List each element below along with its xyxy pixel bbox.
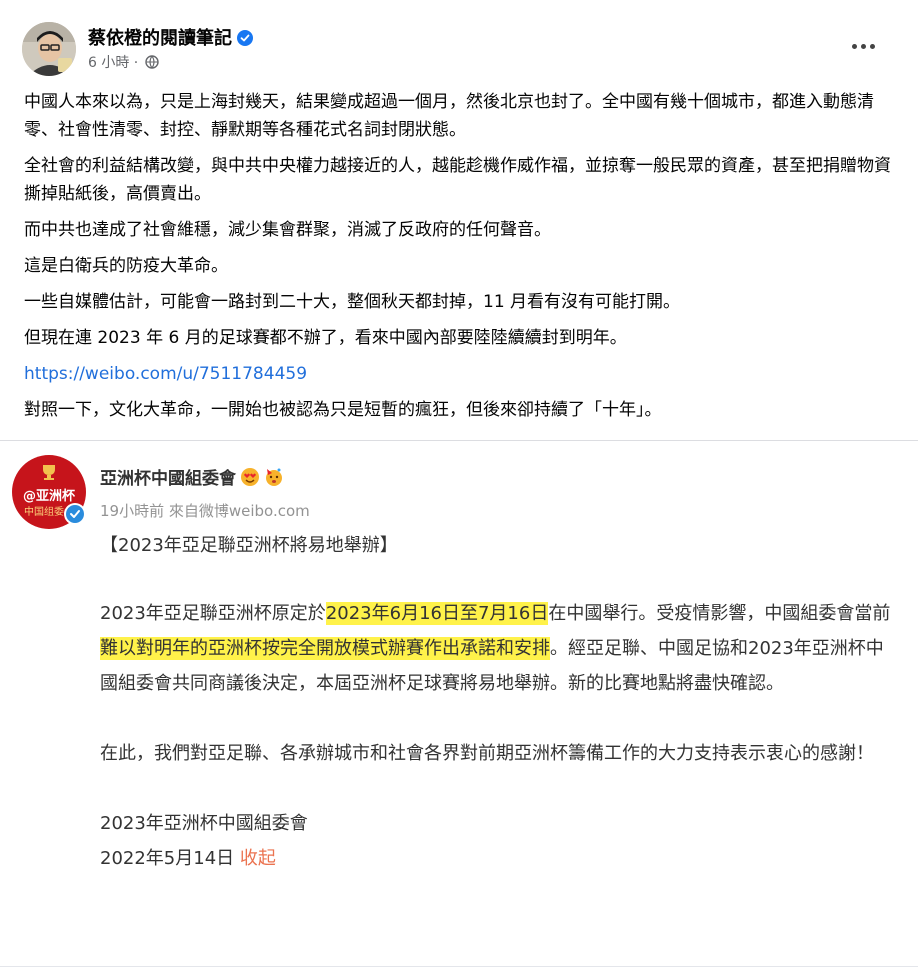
post-paragraph-7: 對照一下，文化大革命，一開始也被認為只是短暫的瘋狂，但後來卻持續了「十年」。 [24, 400, 662, 420]
weibo-title: 【2023年亞足聯亞洲杯將易地舉辦】 [100, 535, 398, 556]
weibo-avatar-text-1: @亚洲杯 [22, 489, 75, 504]
more-options-icon[interactable] [846, 34, 882, 58]
author-name[interactable]: 蔡依橙的閱讀筆記 [88, 24, 253, 50]
post-paragraph-5: 一些自媒體估計，可能會一路封到二十大，整個秋天都封掉，11 月看有沒有可能打開。 [24, 292, 681, 312]
post-paragraph-2: 全社會的利益結構改變，與中共中央權力越接近的人，越能趁機作威作福，並掠奪一般民眾… [24, 156, 891, 204]
post-paragraph-6: 但現在連 2023 年 6 月的足球賽都不辦了，看來中國內部要陸陸續續封到明年。 [24, 328, 627, 348]
globe-icon [145, 55, 159, 69]
weibo-meta: 19小時前 來自微博weibo.com [100, 502, 310, 520]
meta-separator: · [129, 55, 143, 71]
post-paragraph-1: 中國人本來以為，只是上海封幾天，結果變成超過一個月，然後北京也封了。全中國有幾十… [24, 92, 874, 140]
bottom-divider [0, 966, 918, 967]
weibo-account-name: 亞洲杯中國組委會 [100, 464, 284, 489]
weibo-link[interactable]: https://weibo.com/u/7511784459 [24, 364, 307, 384]
post-time[interactable]: 6 小時 [88, 55, 129, 71]
highlight-commitment: 難以對明年的亞洲杯按完全開放模式辦賽作出承諾和安排 [100, 637, 550, 660]
post-meta: 6 小時 · [88, 52, 159, 72]
author-name-text[interactable]: 蔡依橙的閱讀筆記 [88, 28, 232, 49]
weibo-account-name-text: 亞洲杯中國組委會 [100, 469, 236, 489]
weibo-body: 2023年亞足聯亞洲杯原定於2023年6月16日至7月16日在中國舉行。受疫情影… [100, 596, 896, 876]
weibo-paragraph-2: 在此，我們對亞足聯、各承辦城市和社會各界對前期亞洲杯籌備工作的大力支持表示衷心的… [100, 743, 874, 764]
weibo-date: 2022年5月14日 [100, 848, 240, 869]
author-avatar[interactable] [22, 22, 76, 76]
weibo-p1-a: 2023年亞足聯亞洲杯原定於 [100, 603, 326, 624]
weibo-verified-icon [64, 503, 86, 525]
verified-badge-icon [237, 30, 253, 46]
post-paragraph-4: 這是白衛兵的防疫大革命。 [24, 256, 228, 276]
facebook-post: 蔡依橙的閱讀筆記 6 小時 · 中國人本來以為，只是上海封幾天，結果變成超過一個… [0, 0, 918, 972]
shared-weibo-screenshot[interactable]: @亚洲杯 中国组委会 亞洲杯中國組委會 19小時前 來自微博weibo.com … [0, 441, 918, 972]
highlight-dates: 2023年6月16日至7月16日 [325, 602, 549, 625]
weibo-signature: 2023年亞洲杯中國組委會 [100, 813, 308, 834]
weibo-date-line: 2022年5月14日 收起 [100, 841, 896, 876]
emoji-heart-eyes-icon [240, 467, 260, 487]
emoji-party-icon [264, 467, 284, 487]
post-body: 中國人本來以為，只是上海封幾天，結果變成超過一個月，然後北京也封了。全中國有幾十… [24, 88, 896, 432]
collapse-button[interactable]: 收起 [240, 848, 276, 869]
weibo-p1-b: 在中國舉行。受疫情影響，中國組委會當前 [548, 603, 891, 624]
weibo-paragraph-1: 2023年亞足聯亞洲杯原定於2023年6月16日至7月16日在中國舉行。受疫情影… [100, 596, 896, 701]
post-paragraph-3: 而中共也達成了社會維穩，減少集會群聚，消滅了反政府的任何聲音。 [24, 220, 551, 240]
